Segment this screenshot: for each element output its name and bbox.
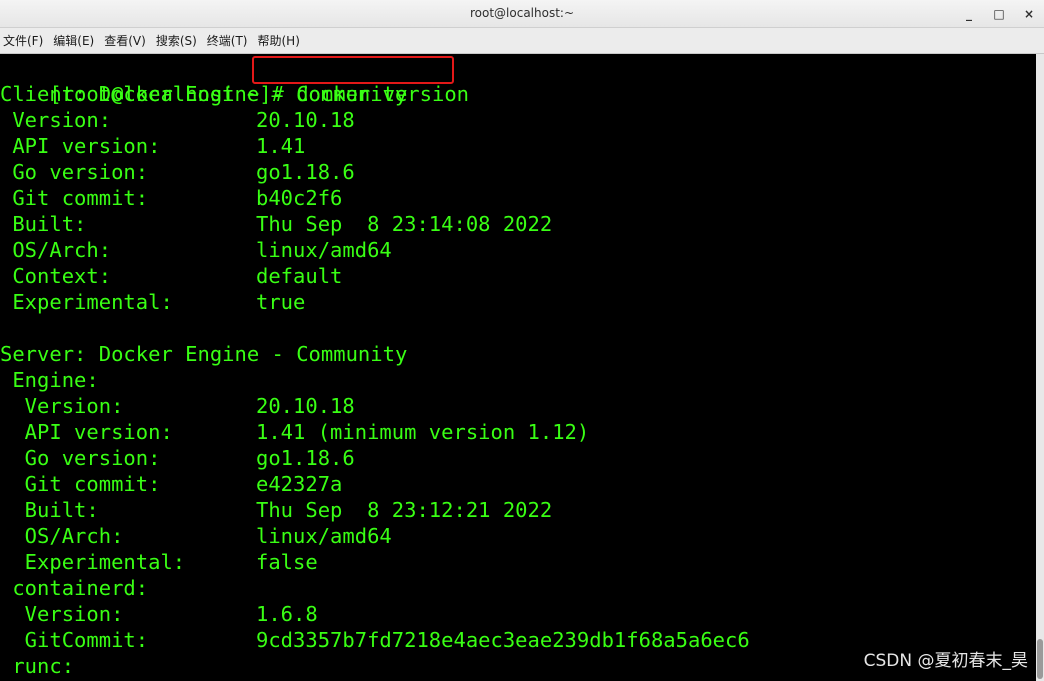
output-label: OS/Arch:	[0, 524, 124, 548]
output-label: Git commit:	[0, 472, 161, 496]
terminal-line: Experimental: false	[0, 549, 1030, 575]
output-label: Git commit:	[0, 186, 149, 210]
watermark: CSDN @夏初春末_昊	[863, 651, 1028, 671]
terminal-line: Engine:	[0, 367, 1030, 393]
output-label: Engine:	[0, 368, 99, 392]
output-value: 20.10.18	[256, 108, 355, 132]
output-value: linux/amd64	[256, 238, 392, 262]
output-value: e42327a	[256, 472, 343, 496]
output-label: OS/Arch:	[0, 238, 112, 262]
output-value: 20.10.18	[256, 394, 355, 418]
menu-edit[interactable]: 编辑(E)	[50, 28, 101, 54]
output-label: Experimental:	[0, 550, 186, 574]
terminal-line: OS/Arch: linux/amd64	[0, 523, 1030, 549]
terminal-line: Version: 20.10.18	[0, 107, 1030, 133]
output-label: runc:	[0, 654, 75, 678]
terminal-line: Go version: go1.18.6	[0, 445, 1030, 471]
output-label: Experimental:	[0, 290, 173, 314]
output-label: Built:	[0, 498, 99, 522]
output-value: linux/amd64	[256, 524, 392, 548]
output-value: go1.18.6	[256, 446, 355, 470]
terminal-output[interactable]: [root@localhost ~]# docker version Clien…	[0, 54, 1036, 681]
output-value: Thu Sep 8 23:14:08 2022	[256, 212, 553, 236]
terminal-line: API version: 1.41 (minimum version 1.12)	[0, 419, 1030, 445]
scrollbar-thumb[interactable]	[1037, 639, 1043, 679]
output-label: API version:	[0, 134, 161, 158]
output-label: Version:	[0, 394, 124, 418]
terminal-line: API version: 1.41	[0, 133, 1030, 159]
menu-search[interactable]: 搜索(S)	[153, 28, 204, 54]
output-label: Go version:	[0, 446, 161, 470]
terminal-line: Version: 20.10.18	[0, 393, 1030, 419]
terminal-line: Version: 1.6.8	[0, 601, 1030, 627]
output-label: Server: Docker Engine - Community	[0, 342, 408, 366]
output-label: Version:	[0, 108, 112, 132]
terminal-line: OS/Arch: linux/amd64	[0, 237, 1030, 263]
output-value: 1.6.8	[256, 602, 318, 626]
output-value: 1.41 (minimum version 1.12)	[256, 420, 590, 444]
title-bar: root@localhost:~ _ □ ×	[0, 0, 1044, 28]
output-value: 9cd3357b7fd7218e4aec3eae239db1f68a5a6ec6	[256, 628, 750, 652]
terminal-line: Git commit: b40c2f6	[0, 185, 1030, 211]
command-highlight-box	[252, 56, 454, 84]
output-label: containerd:	[0, 576, 149, 600]
terminal-line: Go version: go1.18.6	[0, 159, 1030, 185]
terminal-line: Server: Docker Engine - Community	[0, 341, 1030, 367]
terminal-line: containerd:	[0, 575, 1030, 601]
output-label: GitCommit:	[0, 628, 149, 652]
close-button[interactable]: ×	[1014, 0, 1044, 28]
output-label: Go version:	[0, 160, 149, 184]
output-label: Built:	[0, 212, 87, 236]
menu-terminal[interactable]: 终端(T)	[204, 28, 255, 54]
terminal-line: Context: default	[0, 263, 1030, 289]
menu-view[interactable]: 查看(V)	[101, 28, 153, 54]
output-label: API version:	[0, 420, 173, 444]
window-controls: _ □ ×	[954, 0, 1044, 28]
maximize-button[interactable]: □	[984, 0, 1014, 28]
terminal-line: Client: Docker Engine - Community	[0, 81, 1030, 107]
window-title: root@localhost:~	[469, 6, 575, 20]
menu-bar: 文件(F) 编辑(E) 查看(V) 搜索(S) 终端(T) 帮助(H)	[0, 28, 1044, 54]
output-value: false	[256, 550, 318, 574]
terminal-line: Git commit: e42327a	[0, 471, 1030, 497]
terminal-line: Built: Thu Sep 8 23:12:21 2022	[0, 497, 1030, 523]
output-value: b40c2f6	[256, 186, 343, 210]
output-value: go1.18.6	[256, 160, 355, 184]
terminal-line: Built: Thu Sep 8 23:14:08 2022	[0, 211, 1030, 237]
output-value: default	[256, 264, 343, 288]
output-label: Client: Docker Engine - Community	[0, 82, 408, 106]
menu-help[interactable]: 帮助(H)	[255, 28, 307, 54]
output-label: Context:	[0, 264, 112, 288]
output-value: Thu Sep 8 23:12:21 2022	[256, 498, 553, 522]
output-label: Version:	[0, 602, 124, 626]
output-value: true	[256, 290, 306, 314]
output-value: 1.41	[256, 134, 306, 158]
minimize-button[interactable]: _	[954, 0, 984, 28]
terminal-scrollbar[interactable]	[1036, 54, 1044, 681]
terminal-line: Experimental: true	[0, 289, 1030, 315]
menu-file[interactable]: 文件(F)	[0, 28, 50, 54]
